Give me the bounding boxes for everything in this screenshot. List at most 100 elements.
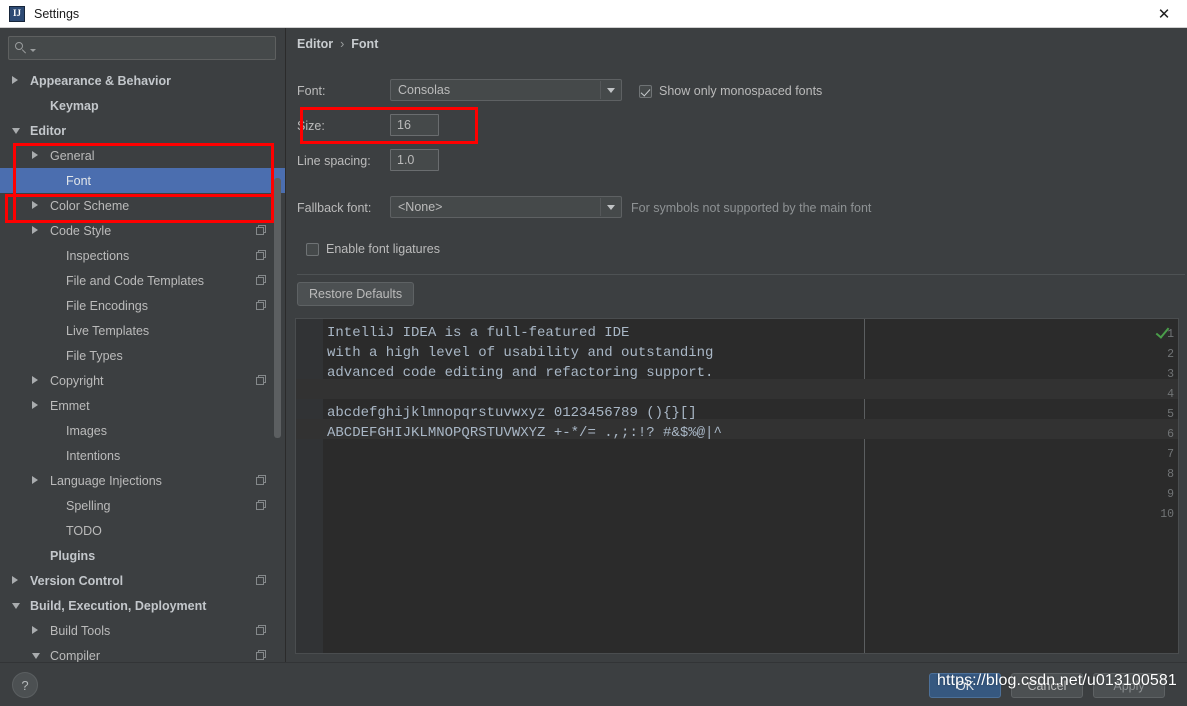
- copy-settings-icon[interactable]: [256, 225, 267, 236]
- enable-ligatures-checkbox[interactable]: Enable font ligatures: [306, 242, 440, 256]
- sidebar-item-general[interactable]: General: [0, 143, 285, 168]
- copy-settings-icon[interactable]: [256, 375, 267, 386]
- breadcrumb-separator-icon: ›: [340, 37, 345, 51]
- font-label: Font:: [297, 84, 326, 98]
- sidebar-item-label: Color Scheme: [50, 198, 130, 213]
- font-combo[interactable]: Consolas: [390, 79, 622, 101]
- sidebar-item-label: Code Style: [50, 223, 112, 238]
- chevron-right-icon[interactable]: [32, 401, 38, 409]
- fallback-font-value: <None>: [398, 200, 443, 214]
- chevron-right-icon[interactable]: [32, 226, 38, 234]
- close-icon[interactable]: ✕: [1141, 0, 1187, 27]
- settings-dialog: IJ Settings ✕ Appearance & Behavior Keyma…: [0, 0, 1187, 706]
- chevron-right-icon[interactable]: [32, 376, 38, 384]
- line-number: 5: [1167, 408, 1174, 421]
- line-number: 10: [1160, 508, 1174, 521]
- sidebar-item-live-templates[interactable]: Live Templates: [0, 318, 285, 343]
- sidebar-item-intentions[interactable]: Intentions: [0, 443, 285, 468]
- sidebar-item-label: Images: [66, 423, 107, 438]
- sidebar-item-label: File Types: [66, 348, 123, 363]
- breadcrumb-parent[interactable]: Editor: [297, 37, 333, 51]
- sidebar-item-code-style[interactable]: Code Style: [0, 218, 285, 243]
- sidebar-item-color-scheme[interactable]: Color Scheme: [0, 193, 285, 218]
- settings-sidebar: Appearance & Behavior Keymap Editor General…: [0, 28, 285, 662]
- sidebar-item-file-and-code-templates[interactable]: File and Code Templates: [0, 268, 285, 293]
- line-number: 4: [1167, 388, 1174, 401]
- sidebar-item-build-execution-deployment[interactable]: Build, Execution, Deployment: [0, 593, 285, 618]
- line-spacing-input[interactable]: 1.0: [390, 149, 439, 171]
- sidebar-item-build-tools[interactable]: Build Tools: [0, 618, 285, 643]
- sidebar-item-todo[interactable]: TODO: [0, 518, 285, 543]
- copy-settings-icon[interactable]: [256, 625, 267, 636]
- editor-gutter: [296, 319, 323, 653]
- sidebar-item-label: Live Templates: [66, 323, 150, 338]
- copy-settings-icon[interactable]: [256, 300, 267, 311]
- sidebar-scrollbar-thumb[interactable]: [274, 178, 281, 438]
- chevron-right-icon[interactable]: [32, 151, 38, 159]
- sidebar-item-label: Build Tools: [50, 623, 111, 638]
- settings-tree: Appearance & Behavior Keymap Editor General…: [0, 68, 285, 662]
- line-spacing-input-value: 1.0: [397, 153, 415, 167]
- chevron-right-icon[interactable]: [32, 201, 38, 209]
- sidebar-item-copyright[interactable]: Copyright: [0, 368, 285, 393]
- line-number: 3: [1167, 368, 1174, 381]
- chevron-right-icon[interactable]: [12, 76, 18, 84]
- search-input[interactable]: [40, 41, 275, 55]
- fallback-font-label: Fallback font:: [297, 201, 372, 215]
- chevron-right-icon[interactable]: [12, 576, 18, 584]
- sidebar-item-label: Appearance & Behavior: [30, 73, 172, 88]
- chevron-right-icon[interactable]: [32, 476, 38, 484]
- sidebar-item-label: File and Code Templates: [66, 273, 205, 288]
- chevron-down-icon[interactable]: [32, 653, 40, 659]
- chevron-down-icon[interactable]: [600, 198, 620, 216]
- chevron-down-icon[interactable]: [600, 81, 620, 99]
- font-preview-editor[interactable]: 1 IntelliJ IDEA is a full-featured IDE 2 wi…: [295, 318, 1179, 654]
- chevron-right-icon[interactable]: [32, 626, 38, 634]
- line-number: 6: [1167, 428, 1174, 441]
- copy-settings-icon[interactable]: [256, 250, 267, 261]
- sidebar-scrollbar-track[interactable]: [274, 28, 283, 622]
- sidebar-item-file-encodings[interactable]: File Encodings: [0, 293, 285, 318]
- checkbox-icon[interactable]: [639, 84, 652, 98]
- sidebar-item-appearance-behavior[interactable]: Appearance & Behavior: [0, 68, 285, 93]
- caret-row-highlight: [296, 379, 1178, 399]
- sidebar-item-font[interactable]: Font: [0, 168, 285, 193]
- sidebar-item-label: Spelling: [66, 498, 111, 513]
- chevron-down-icon[interactable]: [12, 603, 20, 609]
- copy-settings-icon[interactable]: [256, 275, 267, 286]
- sidebar-item-language-injections[interactable]: Language Injections: [0, 468, 285, 493]
- sidebar-item-images[interactable]: Images: [0, 418, 285, 443]
- sidebar-item-keymap[interactable]: Keymap: [0, 93, 285, 118]
- form-divider: [297, 274, 1185, 275]
- help-button[interactable]: ?: [12, 672, 38, 698]
- size-input[interactable]: 16: [390, 114, 439, 136]
- restore-defaults-button[interactable]: Restore Defaults: [297, 282, 415, 306]
- sidebar-item-emmet[interactable]: Emmet: [0, 393, 285, 418]
- checkbox-icon[interactable]: [306, 242, 319, 256]
- sidebar-item-file-types[interactable]: File Types: [0, 343, 285, 368]
- app-icon: IJ: [9, 5, 25, 22]
- sidebar-item-spelling[interactable]: Spelling: [0, 493, 285, 518]
- copy-settings-icon[interactable]: [256, 575, 267, 586]
- sidebar-item-editor[interactable]: Editor: [0, 118, 285, 143]
- breadcrumb-current: Font: [351, 37, 379, 51]
- search-box[interactable]: [8, 36, 276, 60]
- sidebar-item-version-control[interactable]: Version Control: [0, 568, 285, 593]
- sidebar-item-inspections[interactable]: Inspections: [0, 243, 285, 268]
- code-line: ABCDEFGHIJKLMNOPQRSTUVWXYZ +-*/= .,;:!? …: [327, 425, 722, 441]
- fallback-font-combo[interactable]: <None>: [390, 196, 622, 218]
- search-dropdown-icon[interactable]: [30, 48, 36, 52]
- line-number: 2: [1167, 348, 1174, 361]
- font-combo-value: Consolas: [398, 83, 451, 97]
- copy-settings-icon[interactable]: [256, 500, 267, 511]
- size-input-value: 16: [397, 118, 411, 132]
- copy-settings-icon[interactable]: [256, 475, 267, 486]
- sidebar-item-label: Editor: [30, 123, 67, 138]
- chevron-down-icon[interactable]: [12, 128, 20, 134]
- sidebar-item-label: Language Injections: [50, 473, 162, 488]
- line-number: 9: [1167, 488, 1174, 501]
- sidebar-item-compiler[interactable]: Compiler: [0, 643, 285, 662]
- show-monospaced-checkbox[interactable]: Show only monospaced fonts: [639, 84, 822, 98]
- sidebar-item-plugins[interactable]: Plugins: [0, 543, 285, 568]
- copy-settings-icon[interactable]: [256, 650, 267, 661]
